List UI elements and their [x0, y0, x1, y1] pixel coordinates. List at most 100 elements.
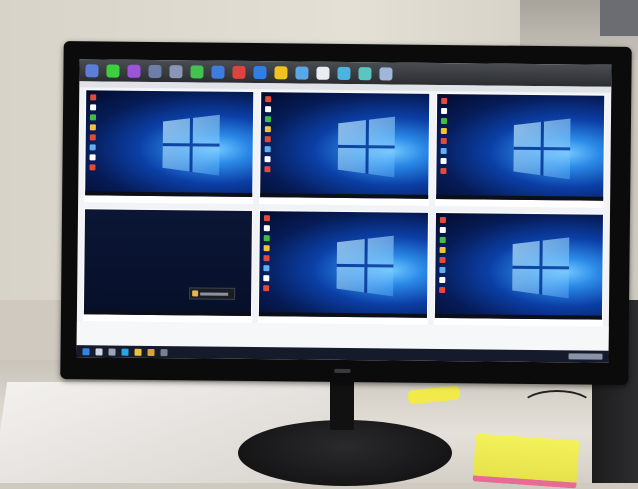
dashboard-icon[interactable] — [85, 63, 99, 77]
remote-desktop-screen — [435, 93, 605, 201]
desktop-shortcut-icon — [439, 236, 446, 244]
remote-taskbar — [259, 312, 427, 318]
task-view-icon[interactable] — [108, 348, 116, 356]
desktop-shortcut-icon — [440, 97, 447, 105]
desktop-shortcut-icon — [440, 117, 447, 125]
desktop-shortcut-icon — [439, 226, 446, 234]
desktop-shortcut-icon — [264, 146, 272, 153]
yellow-app-icon[interactable] — [274, 65, 288, 79]
display-icon[interactable] — [169, 64, 183, 78]
notification-popup — [189, 287, 236, 300]
windows-logo-icon — [336, 235, 394, 296]
terminal-icon[interactable] — [160, 348, 168, 356]
desktop-shortcut-icon — [263, 275, 270, 282]
white-window-icon[interactable] — [316, 66, 330, 80]
desktop-shortcut-icon — [89, 134, 96, 141]
folder-icon[interactable] — [134, 348, 142, 356]
desktop-shortcut-icon — [439, 266, 446, 274]
sticky-note-pad — [472, 433, 580, 489]
remote-desktop-grid — [82, 89, 606, 327]
remote-taskbar — [260, 193, 428, 199]
desktop-shortcut-icon — [438, 286, 445, 294]
remote-desktop-screen — [85, 90, 254, 198]
remote-session-tile[interactable] — [434, 92, 606, 208]
remote-session-tile[interactable] — [433, 211, 604, 327]
purple-circle-icon[interactable] — [127, 64, 141, 78]
desktop-shortcut-icon — [265, 96, 272, 103]
lightblue-app-icon[interactable] — [295, 65, 309, 80]
desktop-shortcut-icon — [439, 216, 446, 224]
search-icon[interactable] — [95, 347, 103, 355]
desktop-shortcut-icon — [89, 144, 96, 151]
desktop-icons — [89, 94, 100, 171]
desktop-shortcut-icon — [263, 255, 270, 262]
desktop-shortcut-icon — [264, 166, 271, 173]
gear-icon[interactable] — [337, 66, 351, 80]
remote-desktop-screen — [260, 92, 429, 199]
desktop-shortcut-icon — [89, 114, 97, 121]
desktop-shortcut-icon — [264, 156, 271, 163]
desktop-shortcut-icon — [263, 245, 270, 252]
remote-desktop-screen — [434, 212, 603, 320]
remote-session-tile[interactable] — [84, 89, 255, 205]
desktop-shortcut-icon — [438, 276, 445, 284]
desktop-shortcut-icon — [90, 94, 97, 101]
desktop-shortcut-icon — [90, 104, 97, 111]
desktop-icons — [264, 96, 276, 173]
windows-logo-icon — [512, 237, 570, 298]
desktop-shortcut-icon — [264, 235, 271, 242]
desktop-shortcut-icon — [265, 106, 272, 113]
taskbar-clock — [568, 353, 603, 360]
desktop-shortcut-icon — [440, 157, 447, 165]
edge-icon[interactable] — [121, 348, 129, 356]
notification-icon — [192, 290, 199, 297]
windows-logo-icon — [513, 118, 571, 179]
desktop-shortcut-icon — [440, 137, 447, 145]
remote-taskbar — [85, 191, 253, 198]
square-icon[interactable] — [379, 66, 393, 80]
red-app-icon[interactable] — [232, 65, 246, 79]
remote-session-tile[interactable] — [82, 208, 254, 324]
desktop-shortcut-icon — [264, 215, 271, 222]
windows-start-icon[interactable] — [82, 347, 90, 355]
desktop-icons — [440, 97, 451, 175]
desktop-shortcut-icon — [263, 285, 270, 292]
windows-logo-icon — [338, 116, 396, 177]
windows-logo-icon — [162, 114, 220, 175]
monitor-screen — [76, 59, 612, 363]
desktop-shortcut-icon — [265, 136, 272, 143]
notification-text-line — [200, 291, 229, 296]
desktop-shortcut-icon — [440, 147, 447, 155]
desktop-shortcut-icon — [89, 164, 96, 171]
desktop-shortcut-icon — [89, 154, 96, 161]
desktop-icons — [263, 215, 275, 292]
green-app-icon[interactable] — [190, 64, 204, 78]
desktop-icons — [438, 216, 450, 294]
remote-session-tile[interactable] — [258, 210, 429, 325]
cable — [520, 390, 594, 424]
desktop-shortcut-icon — [440, 167, 447, 175]
blue-globe-icon[interactable] — [253, 65, 267, 79]
ceiling-beam — [600, 0, 638, 36]
desktop-shortcut-icon — [265, 126, 272, 133]
remote-desktop-screen — [259, 211, 428, 318]
remote-taskbar — [83, 310, 252, 317]
desktop-shortcut-icon — [439, 256, 446, 264]
green-circle-icon[interactable] — [106, 63, 120, 78]
remote-taskbar — [434, 313, 602, 320]
monitor-stand-neck — [330, 380, 354, 430]
desktop-shortcut-icon — [263, 265, 270, 272]
desktop-shortcut-icon — [440, 127, 447, 135]
monitor-icon[interactable] — [148, 64, 162, 78]
remote-session-tile[interactable] — [259, 91, 430, 206]
blue-app-icon[interactable] — [211, 65, 225, 79]
desktop-shortcut-icon — [264, 225, 271, 232]
remote-desktop-screen — [83, 209, 253, 317]
teal-app-icon[interactable] — [358, 66, 372, 80]
chrome-icon[interactable] — [147, 348, 155, 356]
monitor — [60, 41, 632, 385]
monitor-brand-logo — [334, 368, 351, 374]
desktop-shortcut-icon — [89, 124, 96, 131]
desktop-shortcut-icon — [265, 116, 272, 123]
remote-taskbar — [435, 194, 604, 201]
